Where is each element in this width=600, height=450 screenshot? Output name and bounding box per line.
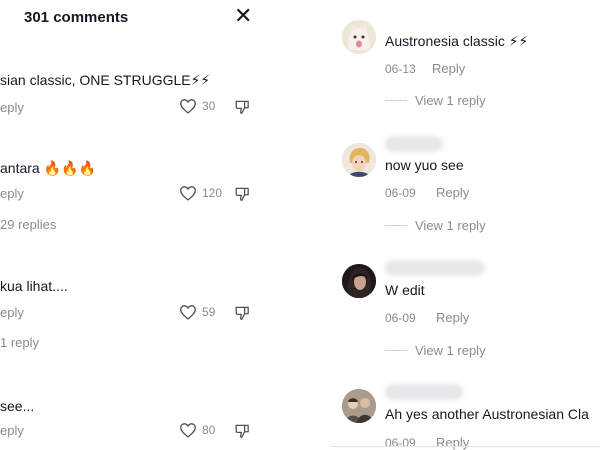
reply-button[interactable]: Reply bbox=[432, 61, 465, 76]
heart-outline-icon bbox=[180, 423, 196, 438]
thumbs-down-icon bbox=[235, 187, 249, 202]
like-button[interactable]: 120 bbox=[179, 185, 222, 201]
reply-button[interactable]: eply bbox=[0, 186, 24, 201]
comment-text: antara 🔥🔥🔥 bbox=[0, 160, 96, 176]
panel-gap bbox=[262, 0, 330, 450]
reply-button[interactable]: eply bbox=[0, 423, 24, 438]
comment-date: 06-09 bbox=[385, 186, 416, 200]
comments-panel-left: 301 comments ✕ sian classic, ONE STRUGGL… bbox=[0, 0, 262, 450]
like-count: 80 bbox=[202, 423, 216, 437]
comment-text: kua lihat.... bbox=[0, 278, 68, 294]
heart-outline-icon bbox=[180, 186, 196, 201]
heart-outline-icon bbox=[180, 99, 196, 114]
comment-date: 06-09 bbox=[385, 436, 416, 450]
reply-button[interactable]: Reply bbox=[436, 310, 469, 325]
dislike-button[interactable] bbox=[234, 186, 251, 202]
comments-panel-right: Austronesia classic ⚡⚡ 06-13 Reply View … bbox=[330, 0, 600, 450]
blurred-username bbox=[385, 136, 443, 152]
reply-button[interactable]: Reply bbox=[436, 185, 469, 200]
dislike-button[interactable] bbox=[234, 305, 251, 321]
like-button[interactable]: 30 bbox=[179, 98, 215, 114]
dislike-button[interactable] bbox=[234, 99, 251, 115]
comment-text: now yuo see bbox=[385, 157, 464, 173]
replies-divider-line bbox=[385, 100, 407, 101]
comments-count-title: 301 comments bbox=[24, 9, 129, 26]
view-replies-button[interactable]: 29 replies bbox=[0, 217, 56, 232]
replies-divider-line bbox=[385, 225, 407, 226]
thumbs-down-icon bbox=[235, 100, 249, 115]
comment-date: 06-09 bbox=[385, 311, 416, 325]
view-replies-button[interactable]: View 1 reply bbox=[415, 218, 486, 233]
comment-text: see... bbox=[0, 398, 35, 414]
thumbs-down-icon bbox=[235, 306, 249, 321]
cat-avatar-icon[interactable] bbox=[342, 20, 376, 54]
close-icon[interactable]: ✕ bbox=[234, 5, 252, 27]
like-button[interactable]: 59 bbox=[179, 304, 215, 320]
replies-divider-line bbox=[385, 350, 407, 351]
reply-button[interactable]: Reply bbox=[436, 435, 469, 450]
cartoon-avatar-icon[interactable] bbox=[342, 143, 376, 177]
like-count: 59 bbox=[202, 305, 216, 319]
dark-portrait-avatar-icon[interactable] bbox=[342, 264, 376, 298]
like-count: 30 bbox=[202, 99, 216, 113]
comment-text: W edit bbox=[385, 282, 425, 298]
bottom-divider bbox=[330, 446, 600, 447]
like-count: 120 bbox=[202, 186, 223, 200]
heart-outline-icon bbox=[180, 305, 196, 320]
comment-text: sian classic, ONE STRUGGLE⚡⚡ bbox=[0, 72, 211, 88]
group-avatar-icon[interactable] bbox=[342, 389, 376, 423]
view-replies-button[interactable]: View 1 reply bbox=[415, 343, 486, 358]
reply-button[interactable]: eply bbox=[0, 100, 24, 115]
blurred-username bbox=[385, 384, 463, 400]
like-button[interactable]: 80 bbox=[179, 422, 215, 438]
dislike-button[interactable] bbox=[234, 423, 251, 439]
comment-date: 06-13 bbox=[385, 62, 416, 76]
view-replies-button[interactable]: View 1 reply bbox=[415, 93, 486, 108]
comment-text: Ah yes another Austronesian Cla bbox=[385, 406, 589, 422]
view-replies-button[interactable]: 1 reply bbox=[0, 335, 39, 350]
thumbs-down-icon bbox=[235, 424, 249, 439]
comment-text: Austronesia classic ⚡⚡ bbox=[385, 33, 529, 49]
blurred-username bbox=[385, 260, 485, 276]
reply-button[interactable]: eply bbox=[0, 305, 24, 320]
